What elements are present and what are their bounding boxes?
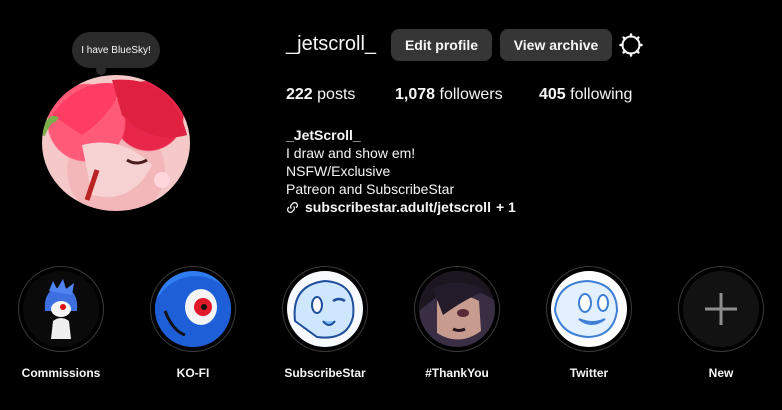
plus-icon	[705, 293, 737, 325]
note-text: I have BlueSky!	[81, 44, 151, 56]
highlight-cover	[419, 271, 495, 347]
profile-avatar[interactable]	[42, 75, 192, 211]
highlight-ring[interactable]	[414, 266, 500, 352]
new-highlight-cover[interactable]	[683, 271, 759, 347]
highlight-label: Commissions	[21, 366, 101, 380]
highlight-ko-fi[interactable]: KO-FI	[143, 266, 243, 380]
highlight-label: Twitter	[569, 366, 609, 380]
highlight-label: #ThankYou	[425, 366, 489, 380]
highlight-ring[interactable]	[546, 266, 632, 352]
posts-stat: 222 posts	[286, 86, 355, 104]
posts-label: posts	[317, 86, 356, 103]
highlight-cover	[23, 271, 99, 347]
highlight-twitter[interactable]: Twitter	[539, 266, 639, 380]
highlight-cover	[551, 271, 627, 347]
bio-name: _JetScroll_	[286, 127, 361, 143]
highlight-ring[interactable]	[150, 266, 236, 352]
highlight-cover	[155, 271, 231, 347]
edit-profile-button[interactable]: Edit profile	[391, 29, 492, 61]
profile-bio: _JetScroll_ I draw and show em! NSFW/Exc…	[286, 126, 516, 216]
followers-count: 1,078	[395, 86, 436, 103]
following-stat[interactable]: 405 following	[539, 86, 632, 104]
highlight-ring[interactable]	[18, 266, 104, 352]
followers-label: followers	[439, 86, 503, 103]
view-archive-button[interactable]: View archive	[500, 29, 612, 61]
posts-count: 222	[286, 86, 313, 103]
highlight-label: KO-FI	[176, 366, 210, 380]
link-icon	[287, 201, 298, 213]
highlight-new[interactable]: New	[671, 266, 771, 380]
avatar-artwork	[42, 79, 187, 201]
avatar-image[interactable]	[42, 75, 190, 211]
bio-line: I draw and show em!	[286, 145, 416, 161]
highlight-ring[interactable]	[282, 266, 368, 352]
highlight-cover	[287, 271, 363, 347]
gear-icon[interactable]	[619, 33, 643, 57]
following-label: following	[570, 86, 633, 103]
highlight-subscribestar[interactable]: SubscribeStar	[275, 266, 375, 380]
highlight-thankyou[interactable]: #ThankYou	[407, 266, 507, 380]
highlight-commissions[interactable]: Commissions	[11, 266, 111, 380]
bio-line: NSFW/Exclusive	[286, 163, 391, 179]
followers-stat[interactable]: 1,078 followers	[395, 86, 503, 104]
following-count: 405	[539, 86, 566, 103]
bio-link[interactable]: subscribestar.adult/jetscroll	[305, 198, 491, 216]
bio-link-more[interactable]: + 1	[496, 198, 516, 216]
bio-line: Patreon and SubscribeStar	[286, 181, 455, 197]
highlight-label: New	[708, 366, 734, 380]
profile-username: _jetscroll_	[286, 33, 377, 55]
highlight-label: SubscribeStar	[284, 366, 366, 380]
bio-link-row[interactable]: subscribestar.adult/jetscroll + 1	[286, 198, 516, 216]
note-bubble[interactable]: I have BlueSky!	[72, 32, 160, 75]
new-highlight-ring[interactable]	[678, 266, 764, 352]
